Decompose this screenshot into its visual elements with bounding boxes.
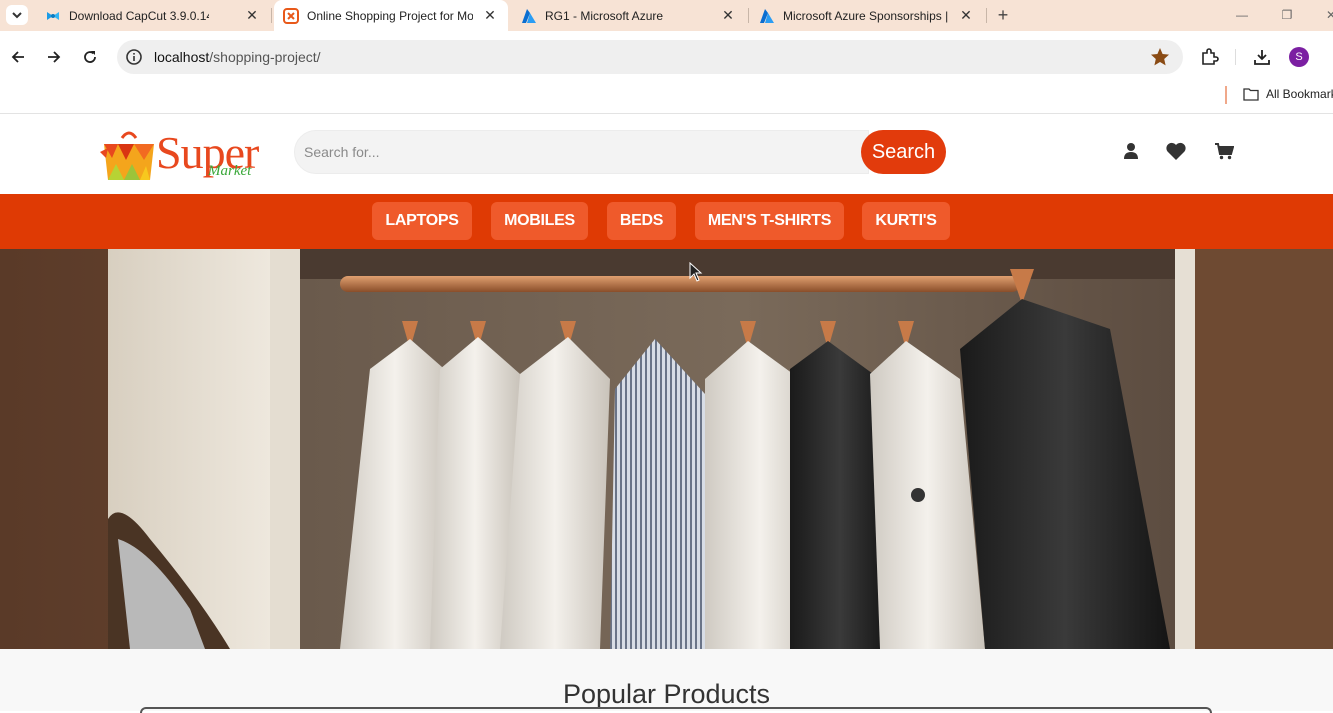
wardrobe-banner-image	[0, 249, 1333, 649]
tab-title: Online Shopping Project for Mo	[307, 8, 473, 23]
puzzle-icon	[1202, 48, 1219, 65]
all-bookmarks-button[interactable]: All Bookmarks	[1243, 87, 1333, 101]
capcut-icon	[45, 8, 61, 24]
tab-title: RG1 - Microsoft Azure	[545, 8, 664, 23]
mouse-cursor-icon	[689, 262, 703, 282]
search-button[interactable]: Search	[861, 130, 946, 174]
tab-search-button[interactable]	[6, 5, 28, 25]
arrow-left-icon	[11, 51, 24, 63]
site-header: Super Market Search	[0, 114, 1333, 194]
logo-subtext: Market	[208, 163, 252, 179]
restore-icon[interactable]: ❐	[1272, 3, 1302, 27]
minimize-icon[interactable]: —	[1227, 3, 1257, 27]
tab-shopping-project[interactable]: Online Shopping Project for Mo ✕	[274, 0, 508, 31]
reload-button[interactable]	[78, 45, 102, 69]
url-path: /shopping-project/	[209, 49, 321, 65]
downloads-button[interactable]	[1250, 45, 1274, 69]
forward-button[interactable]	[42, 45, 66, 69]
site-info-icon[interactable]	[125, 48, 143, 66]
search-bar: Search	[294, 130, 946, 174]
close-tab-icon[interactable]: ✕	[244, 7, 260, 23]
tab-rg1-azure[interactable]: RG1 - Microsoft Azure ✕	[512, 0, 746, 31]
profile-avatar[interactable]: S	[1289, 47, 1309, 67]
heart-icon[interactable]	[1165, 140, 1187, 162]
category-kurtis[interactable]: KURTI'S	[862, 202, 950, 240]
back-button[interactable]	[6, 45, 30, 69]
close-tab-icon[interactable]: ✕	[482, 7, 498, 23]
chevron-down-icon	[12, 11, 22, 18]
user-icon[interactable]	[1120, 140, 1142, 162]
folder-icon	[1243, 88, 1259, 101]
bookmark-star-icon[interactable]	[1149, 46, 1171, 68]
tab-divider	[271, 8, 272, 23]
url-text: localhost/shopping-project/	[154, 49, 321, 65]
tab-title: Microsoft Azure Sponsorships |	[783, 8, 949, 23]
address-bar[interactable]: localhost/shopping-project/	[117, 40, 1183, 74]
close-tab-icon[interactable]: ✕	[720, 7, 736, 23]
bookmarks-divider	[1225, 86, 1227, 104]
category-laptops[interactable]: LAPTOPS	[372, 202, 472, 240]
tab-title: Download CapCut 3.9.0.1459 fo	[69, 8, 209, 23]
toolbar-divider	[1235, 49, 1236, 65]
logo-bag-icon	[100, 131, 154, 180]
browser-tab-strip: Download CapCut 3.9.0.1459 fo ✕ Online S…	[0, 0, 1333, 31]
url-host: localhost	[154, 49, 210, 65]
bookmarks-bar: All Bookmarks	[0, 83, 1333, 114]
browser-toolbar: localhost/shopping-project/ S	[0, 31, 1333, 83]
reload-icon	[84, 51, 96, 63]
section-title: Popular Products	[562, 679, 771, 709]
new-tab-button[interactable]: +	[992, 4, 1014, 26]
azure-icon	[759, 8, 775, 24]
tab-azure-sponsorships[interactable]: Microsoft Azure Sponsorships | ✕	[750, 0, 984, 31]
tab-capcut[interactable]: Download CapCut 3.9.0.1459 fo ✕	[36, 0, 270, 31]
extensions-button[interactable]	[1197, 45, 1221, 69]
azure-icon	[521, 8, 537, 24]
hero-banner	[0, 249, 1333, 649]
all-bookmarks-label: All Bookmarks	[1266, 87, 1333, 101]
search-input[interactable]	[294, 130, 869, 174]
product-card-top	[140, 707, 1212, 713]
xampp-icon	[283, 7, 299, 24]
popular-products-section: Popular Products	[0, 649, 1333, 713]
tab-divider	[986, 8, 987, 23]
arrow-right-icon	[48, 51, 61, 63]
close-tab-icon[interactable]: ✕	[958, 7, 974, 23]
close-window-icon[interactable]: ✕	[1316, 3, 1333, 27]
tab-divider	[748, 8, 749, 23]
cart-icon[interactable]	[1213, 140, 1235, 162]
category-mens-tshirts[interactable]: MEN'S T-SHIRTS	[695, 202, 844, 240]
download-icon	[1254, 50, 1270, 65]
category-mobiles[interactable]: MOBILES	[491, 202, 588, 240]
category-beds[interactable]: BEDS	[607, 202, 676, 240]
category-nav: LAPTOPS MOBILES BEDS MEN'S T-SHIRTS KURT…	[0, 194, 1333, 249]
site-logo[interactable]: Super Market	[100, 128, 265, 184]
